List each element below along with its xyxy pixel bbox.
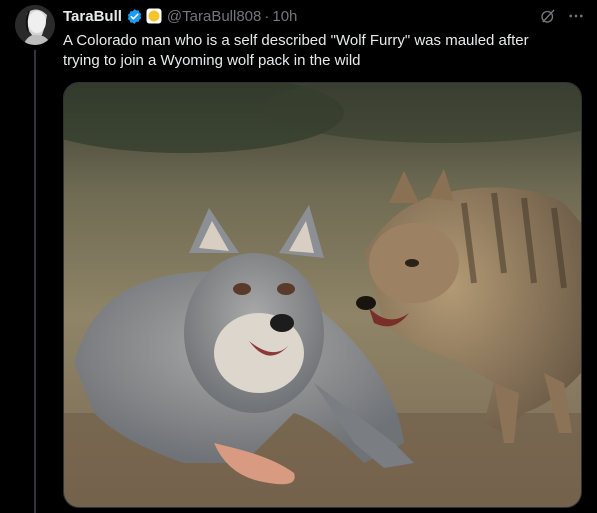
header-actions bbox=[539, 7, 585, 25]
gold-circle-badge-icon bbox=[146, 8, 162, 24]
separator-dot: · bbox=[264, 7, 270, 25]
post-timestamp[interactable]: 10h bbox=[272, 8, 297, 25]
verified-check-icon bbox=[126, 8, 143, 25]
more-dots-icon[interactable] bbox=[567, 7, 585, 25]
post-header: TaraBull @TaraBull808 · 10h bbox=[63, 6, 585, 26]
display-name[interactable]: TaraBull bbox=[63, 8, 122, 25]
post-text: A Colorado man who is a self described "… bbox=[63, 32, 529, 69]
avatar[interactable] bbox=[15, 5, 55, 45]
thread-connector-line bbox=[34, 50, 36, 513]
grok-icon[interactable] bbox=[539, 7, 557, 25]
user-handle[interactable]: @TaraBull808 bbox=[167, 8, 261, 25]
post-image[interactable] bbox=[63, 82, 582, 508]
